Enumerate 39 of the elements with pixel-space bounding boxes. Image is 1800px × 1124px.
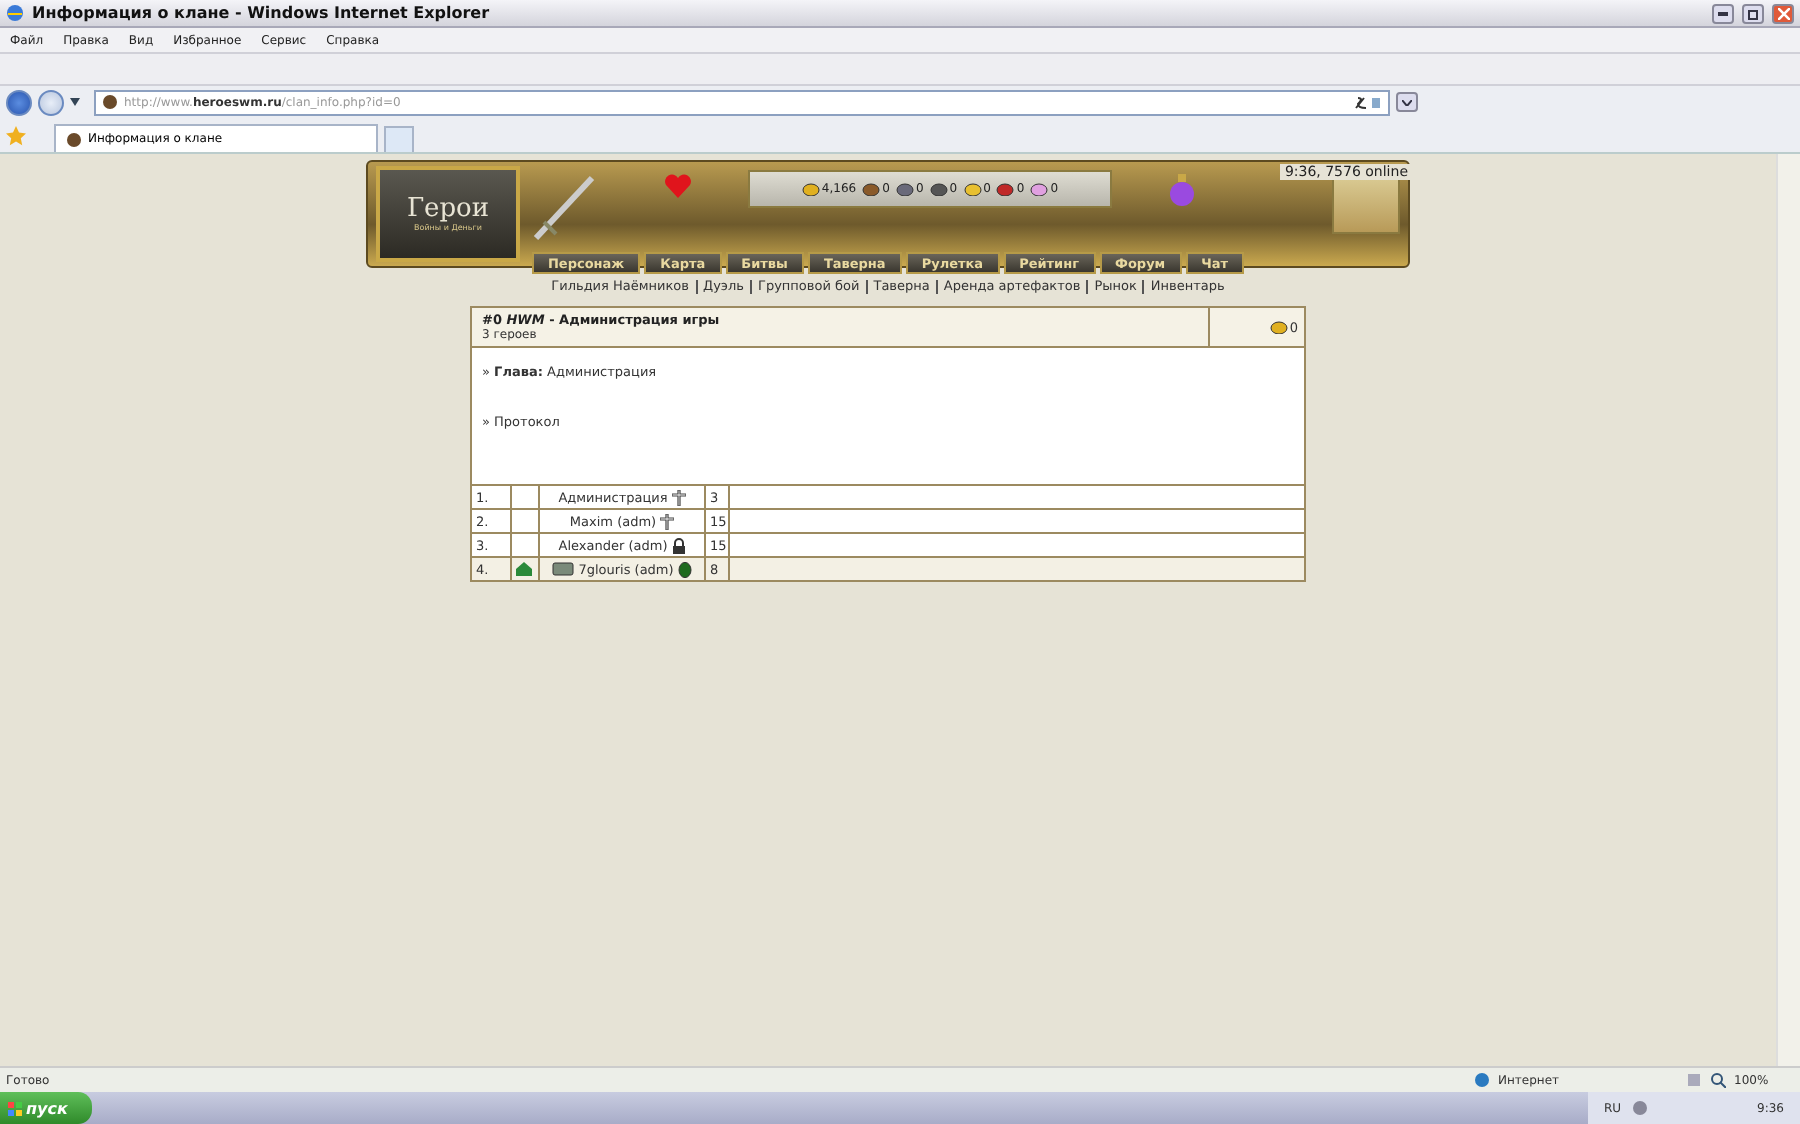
close-button[interactable] bbox=[1772, 3, 1794, 23]
cross-icon bbox=[671, 489, 686, 505]
minimize-icon bbox=[1718, 11, 1728, 15]
dropdown-arrow-icon bbox=[70, 98, 80, 106]
favorites-star-icon[interactable] bbox=[6, 125, 26, 145]
window-title: Информация о клане - Windows Internet Explorer bbox=[32, 4, 492, 22]
close-icon bbox=[1777, 7, 1789, 19]
cross-icon bbox=[660, 513, 675, 529]
restore-button[interactable] bbox=[1742, 3, 1764, 23]
back-button[interactable] bbox=[6, 89, 32, 115]
heart-icon[interactable] bbox=[664, 174, 692, 198]
new-tab-button[interactable] bbox=[384, 126, 414, 152]
logo-title: Герои bbox=[406, 196, 490, 222]
forward-button[interactable] bbox=[38, 89, 64, 115]
protected-mode-icon bbox=[1686, 1072, 1702, 1088]
castle-picture bbox=[1332, 178, 1400, 234]
ore-icon bbox=[895, 182, 914, 196]
leaf-icon bbox=[677, 561, 692, 577]
minimize-button[interactable] bbox=[1712, 3, 1734, 23]
potion-icon[interactable] bbox=[1168, 174, 1196, 206]
site-icon bbox=[66, 131, 82, 147]
browser-logo-icon bbox=[6, 4, 24, 22]
zoom-icon bbox=[1710, 1072, 1726, 1088]
log-icon bbox=[862, 182, 881, 196]
compatibility-icon bbox=[1354, 95, 1382, 109]
flask-icon bbox=[929, 182, 948, 196]
coin-pile-icon bbox=[801, 182, 820, 196]
crystal-icon bbox=[996, 182, 1015, 196]
lock-icon bbox=[671, 537, 686, 553]
sulfur-icon bbox=[963, 182, 982, 196]
scrollbar[interactable] bbox=[1776, 154, 1800, 1066]
site-icon bbox=[102, 94, 118, 110]
windows-logo-icon bbox=[8, 1101, 22, 1115]
coin-pile-icon bbox=[1269, 320, 1288, 334]
restore-icon bbox=[1747, 7, 1759, 19]
chevron-down-icon bbox=[1402, 99, 1412, 105]
gem-icon bbox=[1030, 182, 1049, 196]
address-dropdown-button[interactable] bbox=[1396, 92, 1418, 112]
globe-icon bbox=[1474, 1072, 1490, 1088]
